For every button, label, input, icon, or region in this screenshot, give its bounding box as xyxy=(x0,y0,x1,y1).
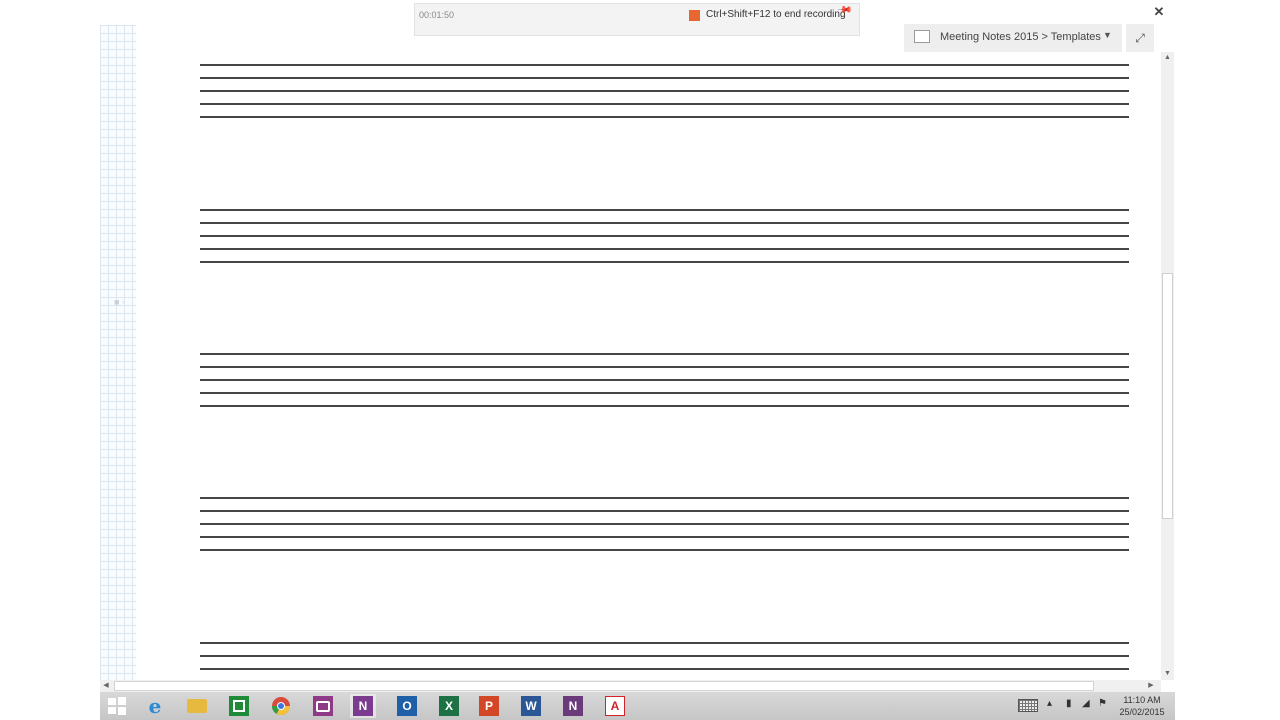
horizontal-scrollbar[interactable]: ◀ ▶ xyxy=(100,680,1161,692)
scroll-left-icon[interactable]: ◀ xyxy=(100,680,112,692)
acrobat-icon[interactable]: A xyxy=(602,694,628,718)
camera-icon[interactable] xyxy=(310,694,336,718)
expand-button[interactable]: ⤢ xyxy=(1126,24,1154,52)
notebook-breadcrumb[interactable]: Meeting Notes 2015 > Templates ▼ xyxy=(904,24,1122,52)
music-staff[interactable] xyxy=(200,209,1129,263)
recording-hint: Ctrl+Shift+F12 to end recording xyxy=(706,9,846,20)
scroll-down-icon[interactable]: ▼ xyxy=(1161,668,1174,680)
recording-elapsed-time: 00:01:50 xyxy=(419,10,455,20)
system-clock[interactable]: 11:10 AM 25/02/2015 xyxy=(1114,694,1170,718)
close-button[interactable]: ✕ xyxy=(1150,3,1168,21)
file-explorer-icon[interactable] xyxy=(184,694,210,718)
onenote-clipper-icon[interactable]: N xyxy=(560,694,586,718)
vertical-scroll-thumb[interactable] xyxy=(1162,273,1173,519)
clock-time: 11:10 AM xyxy=(1123,695,1161,705)
scroll-up-icon[interactable]: ▲ xyxy=(1161,52,1174,64)
paragraph-handle-icon[interactable]: ■ ◦ xyxy=(114,297,136,307)
action-center-icon[interactable]: ⚑ xyxy=(1098,698,1107,709)
store-icon[interactable] xyxy=(226,694,252,718)
horizontal-scroll-thumb[interactable] xyxy=(114,681,1094,691)
windows-taskbar: e N O X P W N A ▴ ▮ ◢ ⚑ 11:10 AM 25/02/2… xyxy=(100,692,1175,720)
internet-explorer-icon[interactable]: e xyxy=(142,694,168,718)
page-grid-margin xyxy=(100,25,136,685)
chrome-icon[interactable] xyxy=(268,694,294,718)
music-staff[interactable] xyxy=(200,497,1129,551)
vertical-scrollbar[interactable]: ▲ ▼ xyxy=(1161,52,1174,680)
chevron-down-icon[interactable]: ▼ xyxy=(1103,30,1112,40)
outlook-icon[interactable]: O xyxy=(394,694,420,718)
keyboard-icon[interactable] xyxy=(1018,699,1038,712)
clock-date: 25/02/2015 xyxy=(1119,707,1165,717)
network-icon[interactable]: ◢ xyxy=(1082,698,1090,709)
music-staff[interactable] xyxy=(200,642,1129,672)
onenote-icon[interactable]: N xyxy=(350,694,376,718)
breadcrumb-text: Meeting Notes 2015 > Templates xyxy=(940,31,1101,43)
scroll-right-icon[interactable]: ▶ xyxy=(1145,680,1157,692)
stop-recording-icon[interactable] xyxy=(689,10,700,21)
powerpoint-icon[interactable]: P xyxy=(476,694,502,718)
windows-start-icon[interactable] xyxy=(104,694,130,718)
excel-icon[interactable]: X xyxy=(436,694,462,718)
battery-icon[interactable]: ▮ xyxy=(1066,698,1072,709)
word-icon[interactable]: W xyxy=(518,694,544,718)
show-hidden-icons-icon[interactable]: ▴ xyxy=(1047,698,1052,709)
music-staff[interactable] xyxy=(200,64,1129,118)
recording-toolbar: 00:01:50 Ctrl+Shift+F12 to end recording… xyxy=(414,2,860,36)
notebook-page-icon xyxy=(914,30,930,43)
music-staff[interactable] xyxy=(200,353,1129,407)
